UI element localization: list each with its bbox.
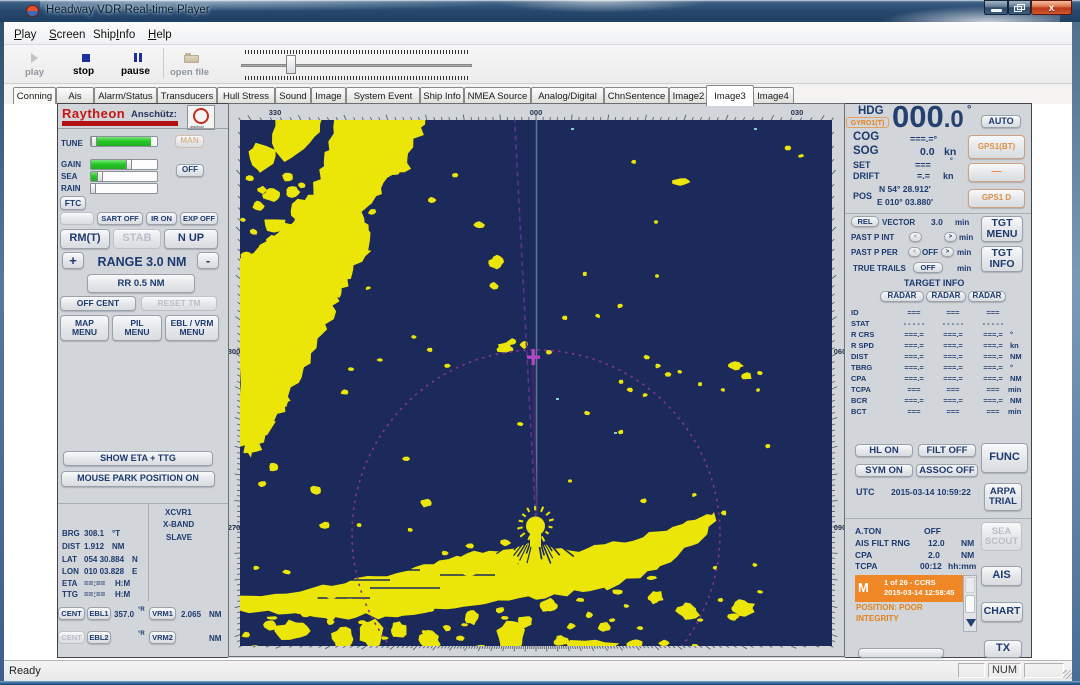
svg-text:060: 060 [834,347,845,356]
svg-text:300: 300 [228,347,240,356]
svg-text:030: 030 [791,108,804,117]
svg-text:000: 000 [530,108,543,117]
svg-text:090: 090 [834,523,845,532]
svg-text:330: 330 [269,108,282,117]
svg-text:270: 270 [228,523,240,532]
